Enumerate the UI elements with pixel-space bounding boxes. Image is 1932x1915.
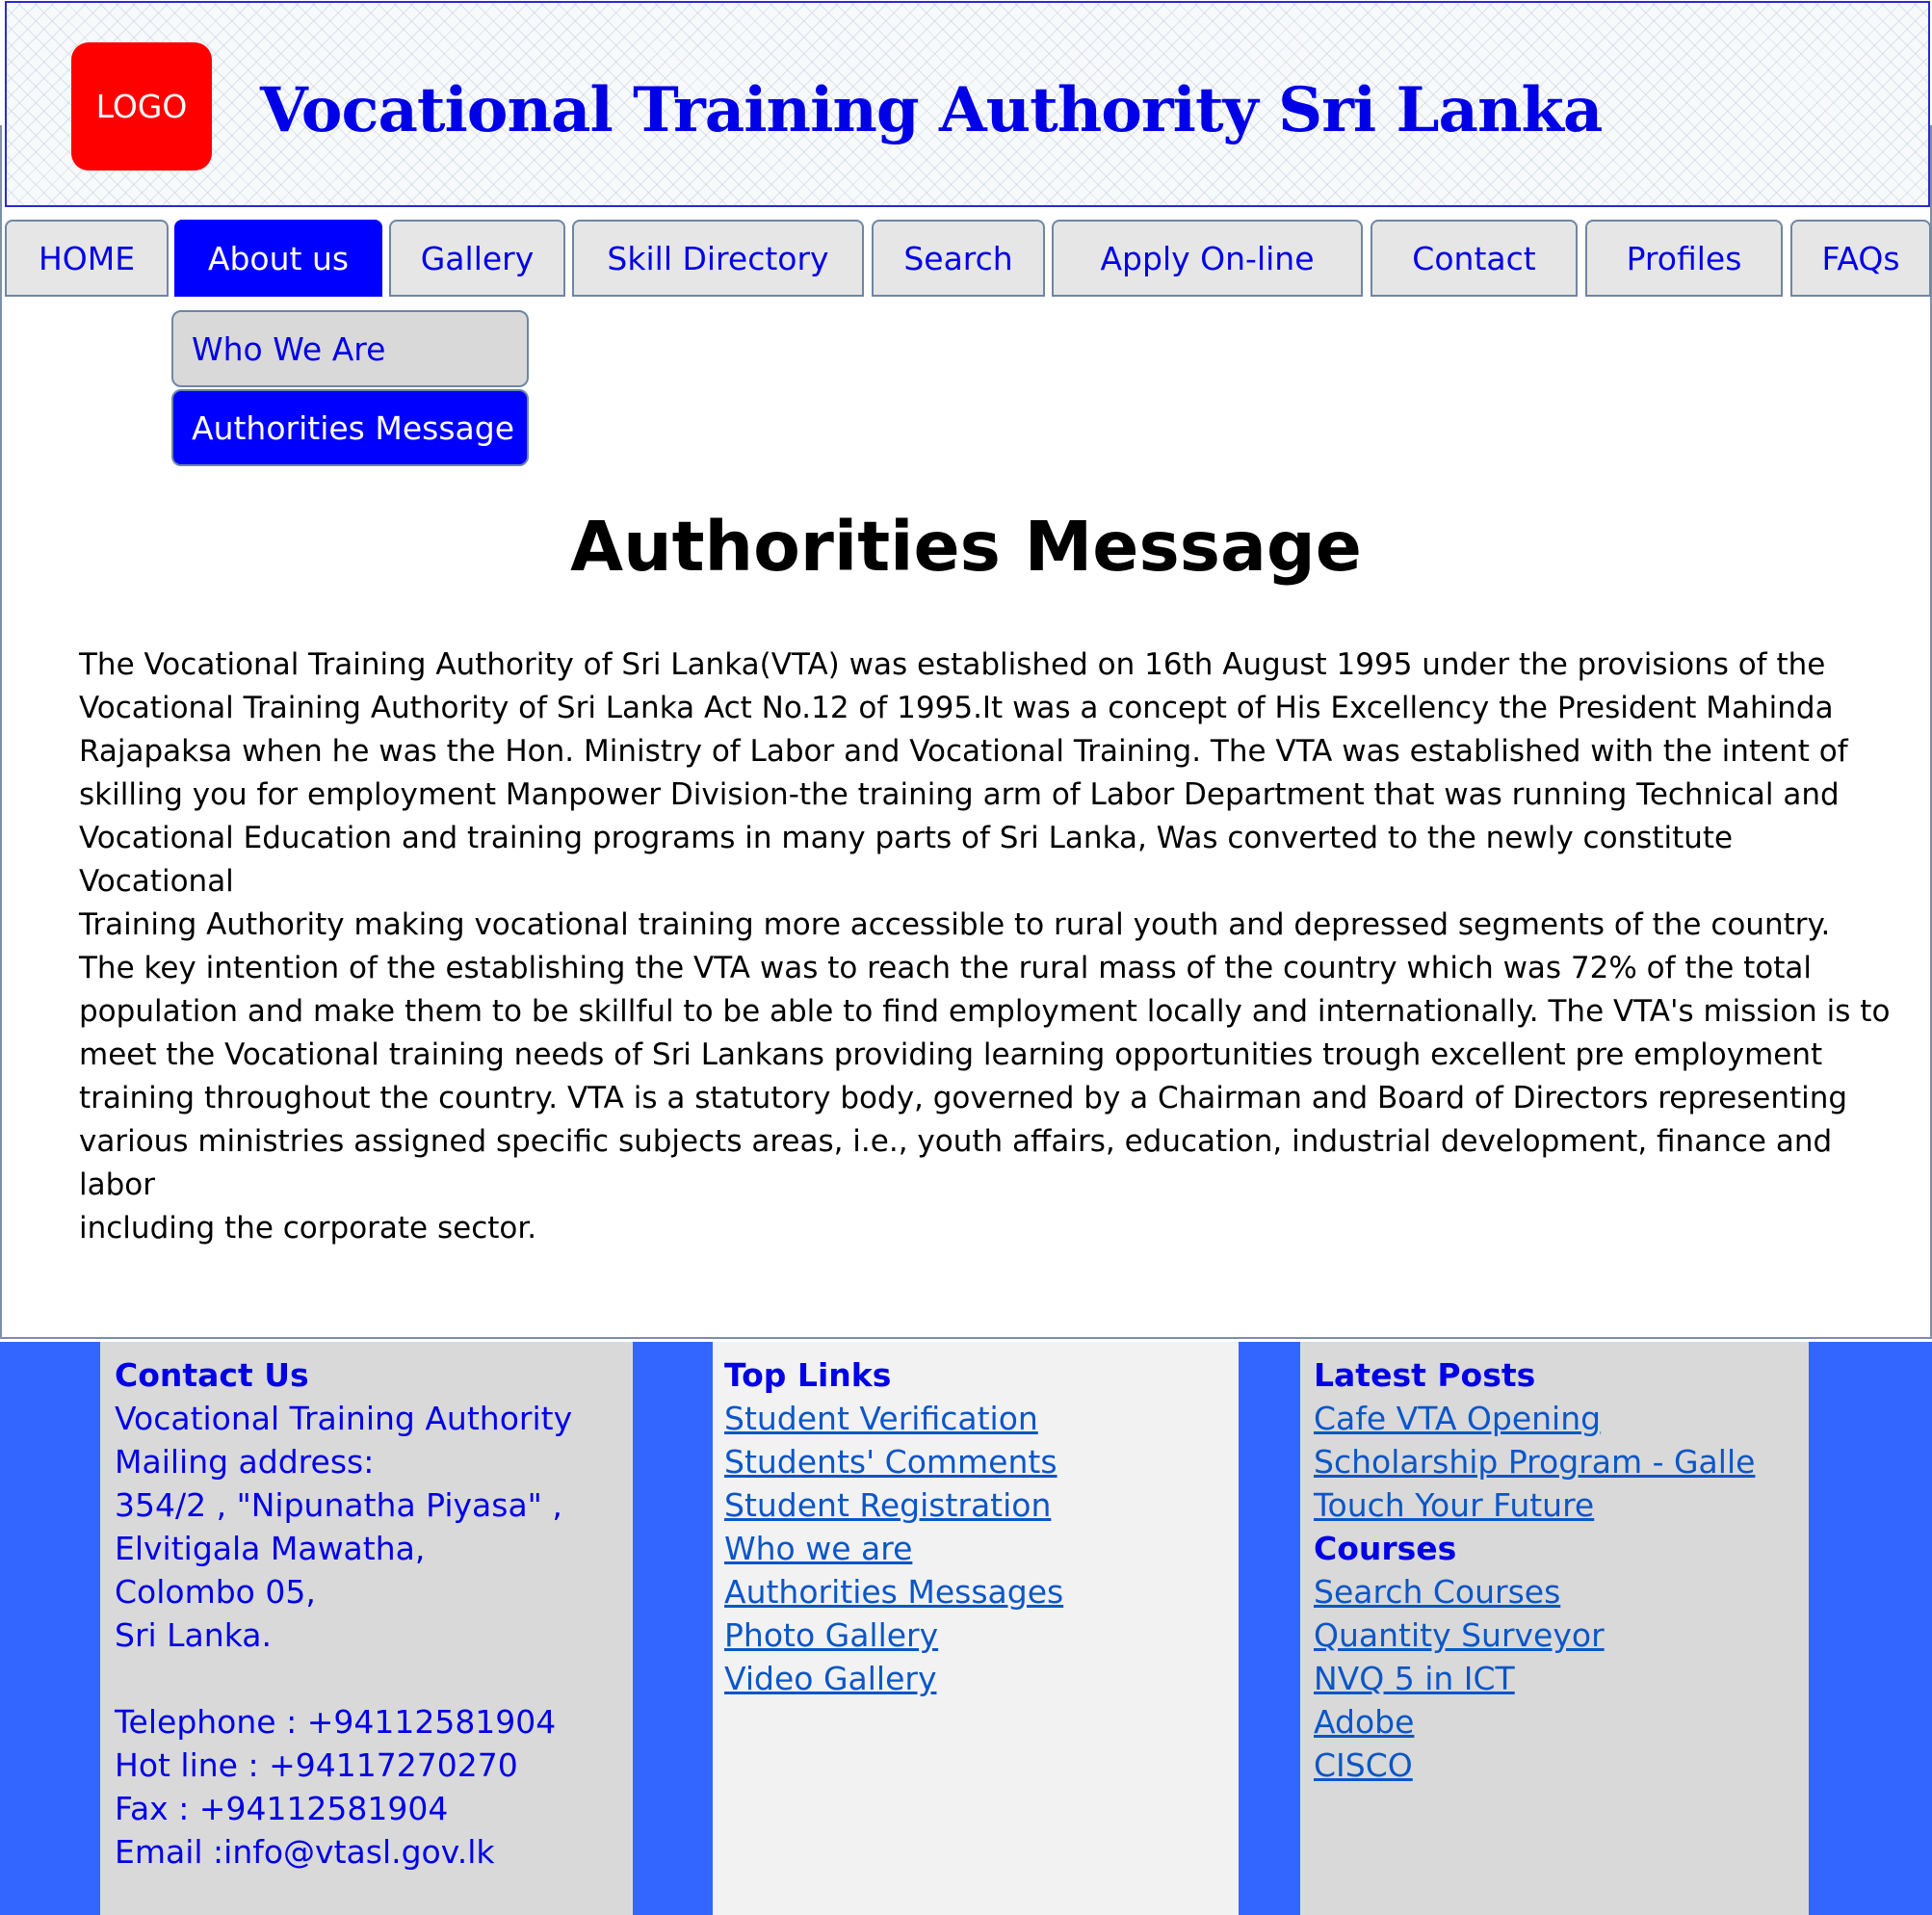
nav-tab-contact[interactable]: Contact [1371, 220, 1578, 297]
body-line: meet the Vocational training needs of Sr… [79, 1037, 1823, 1072]
footer-courses-title: Courses [1314, 1530, 1457, 1567]
footer-course-adobe[interactable]: Adobe [1314, 1700, 1809, 1744]
footer-link-students-comments[interactable]: Students' Comments [724, 1440, 1239, 1483]
site-header: LOGO Vocational Training Authority Sri L… [5, 1, 1930, 207]
contact-line: Vocational Training Authority [115, 1400, 573, 1437]
contact-telephone: Telephone : +94112581904 [115, 1703, 557, 1741]
page-heading: Authorities Message [570, 507, 1362, 587]
authorities-message-text: The Vocational Training Authority of Sri… [79, 643, 1895, 1250]
nav-tab-apply-online[interactable]: Apply On-line [1052, 220, 1363, 297]
body-line: Vocational Training Authority of Sri Lan… [79, 691, 1834, 725]
site-title: Vocational Training Authority Sri Lanka [260, 74, 1603, 146]
contact-email[interactable]: Email :info@vtasl.gov.lk [115, 1830, 633, 1874]
body-line: training throughout the country. VTA is … [79, 1081, 1848, 1115]
site-logo[interactable]: LOGO [71, 42, 212, 171]
footer-link-student-registration[interactable]: Student Registration [724, 1483, 1239, 1527]
body-line: The Vocational Training Authority of Sri… [79, 647, 1826, 682]
footer-course-search-courses[interactable]: Search Courses [1314, 1570, 1809, 1613]
footer-link-student-verification[interactable]: Student Verification [724, 1397, 1239, 1440]
footer-link-photo-gallery[interactable]: Photo Gallery [724, 1613, 1239, 1657]
nav-tab-about-us[interactable]: About us [174, 220, 382, 297]
footer-link-authorities-messages[interactable]: Authorities Messages [724, 1570, 1239, 1613]
nav-tab-profiles[interactable]: Profiles [1585, 220, 1783, 297]
contact-line: Sri Lanka. [115, 1616, 272, 1654]
nav-tab-gallery[interactable]: Gallery [389, 220, 565, 297]
contact-spacer [115, 1657, 633, 1700]
nav-tab-faqs[interactable]: FAQs [1790, 220, 1931, 297]
footer-posts-column: Latest Posts Cafe VTA Opening Scholarshi… [1300, 1342, 1809, 1915]
contact-line: Mailing address: [115, 1443, 375, 1481]
body-line: Vocational Education and training progra… [79, 821, 1734, 899]
footer-link-who-we-are[interactable]: Who we are [724, 1527, 1239, 1570]
body-line: skilling you for employment Manpower Div… [79, 777, 1840, 812]
nav-tab-search[interactable]: Search [872, 220, 1045, 297]
footer-course-cisco[interactable]: CISCO [1314, 1744, 1809, 1787]
body-line: Training Authority making vocational tra… [79, 907, 1831, 942]
footer-top-links-column: Top Links Student Verification Students'… [713, 1342, 1239, 1915]
submenu-who-we-are[interactable]: Who We Are [171, 310, 529, 387]
nav-tab-skill-directory[interactable]: Skill Directory [572, 220, 864, 297]
nav-tab-home[interactable]: HOME [5, 220, 169, 297]
contact-fax: Fax : +94112581904 [115, 1790, 449, 1827]
body-line: population and make them to be skillful … [79, 994, 1891, 1029]
footer-contact-title: Contact Us [115, 1356, 309, 1394]
footer-post-scholarship-galle[interactable]: Scholarship Program - Galle [1314, 1440, 1809, 1483]
footer-top-links-title: Top Links [724, 1356, 892, 1394]
contact-line: 354/2 , "Nipunatha Piyasa" , [115, 1486, 562, 1524]
footer-link-video-gallery[interactable]: Video Gallery [724, 1657, 1239, 1700]
body-line: various ministries assigned specific sub… [79, 1124, 1833, 1202]
contact-hotline: Hot line : +94117270270 [115, 1746, 518, 1784]
footer-post-touch-your-future[interactable]: Touch Your Future [1314, 1483, 1809, 1527]
body-line: including the corporate sector. [79, 1211, 537, 1246]
footer-course-nvq5-ict[interactable]: NVQ 5 in ICT [1314, 1657, 1809, 1700]
body-line: Rajapaksa when he was the Hon. Ministry … [79, 734, 1848, 769]
submenu-authorities-message[interactable]: Authorities Message [171, 389, 529, 466]
contact-line: Elvitigala Mawatha, [115, 1530, 426, 1567]
contact-line: Colombo 05, [115, 1573, 316, 1611]
footer-contact-column: Contact Us Vocational Training Authority… [100, 1342, 633, 1915]
footer-course-quantity-surveyor[interactable]: Quantity Surveyor [1314, 1613, 1809, 1657]
body-line: The key intention of the establishing th… [79, 951, 1813, 985]
footer-post-cafe-vta-opening[interactable]: Cafe VTA Opening [1314, 1397, 1809, 1440]
footer-latest-posts-title: Latest Posts [1314, 1356, 1536, 1394]
